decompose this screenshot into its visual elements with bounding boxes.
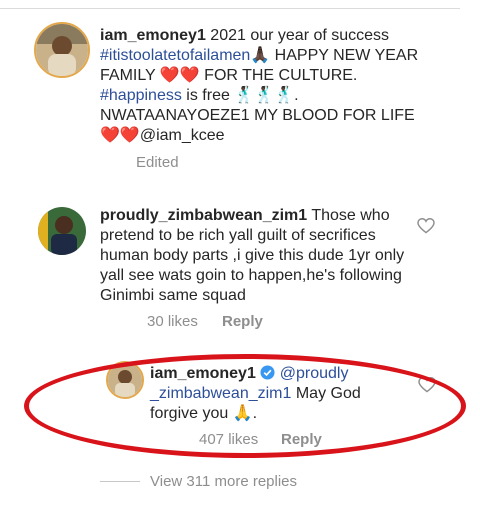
reply-button[interactable]: Reply [222,313,263,330]
comment-text: iam_emoney1 2021 our year of success #it… [100,27,419,144]
comment-username[interactable]: proudly_zimbabwean_zim1 [100,207,307,224]
hashtag-link[interactable]: #happiness [100,87,182,104]
avatar-photo [38,207,86,255]
hashtag-link[interactable]: #itistoolatetofailamen [100,47,250,64]
top-divider [0,8,460,9]
avatar[interactable] [38,207,86,255]
heart-icon[interactable] [417,218,435,234]
replies-divider [100,481,140,482]
annotation-oval [24,354,466,458]
edited-label: Edited [136,154,179,171]
comment-text: proudly_zimbabwean_zim1 Those who preten… [100,207,405,304]
comment-username[interactable]: iam_emoney1 [100,27,206,44]
likes-count[interactable]: 30 likes [147,313,198,330]
view-more-replies-link[interactable]: View 311 more replies [150,473,297,490]
avatar-photo [36,24,88,76]
avatar[interactable] [34,22,90,78]
